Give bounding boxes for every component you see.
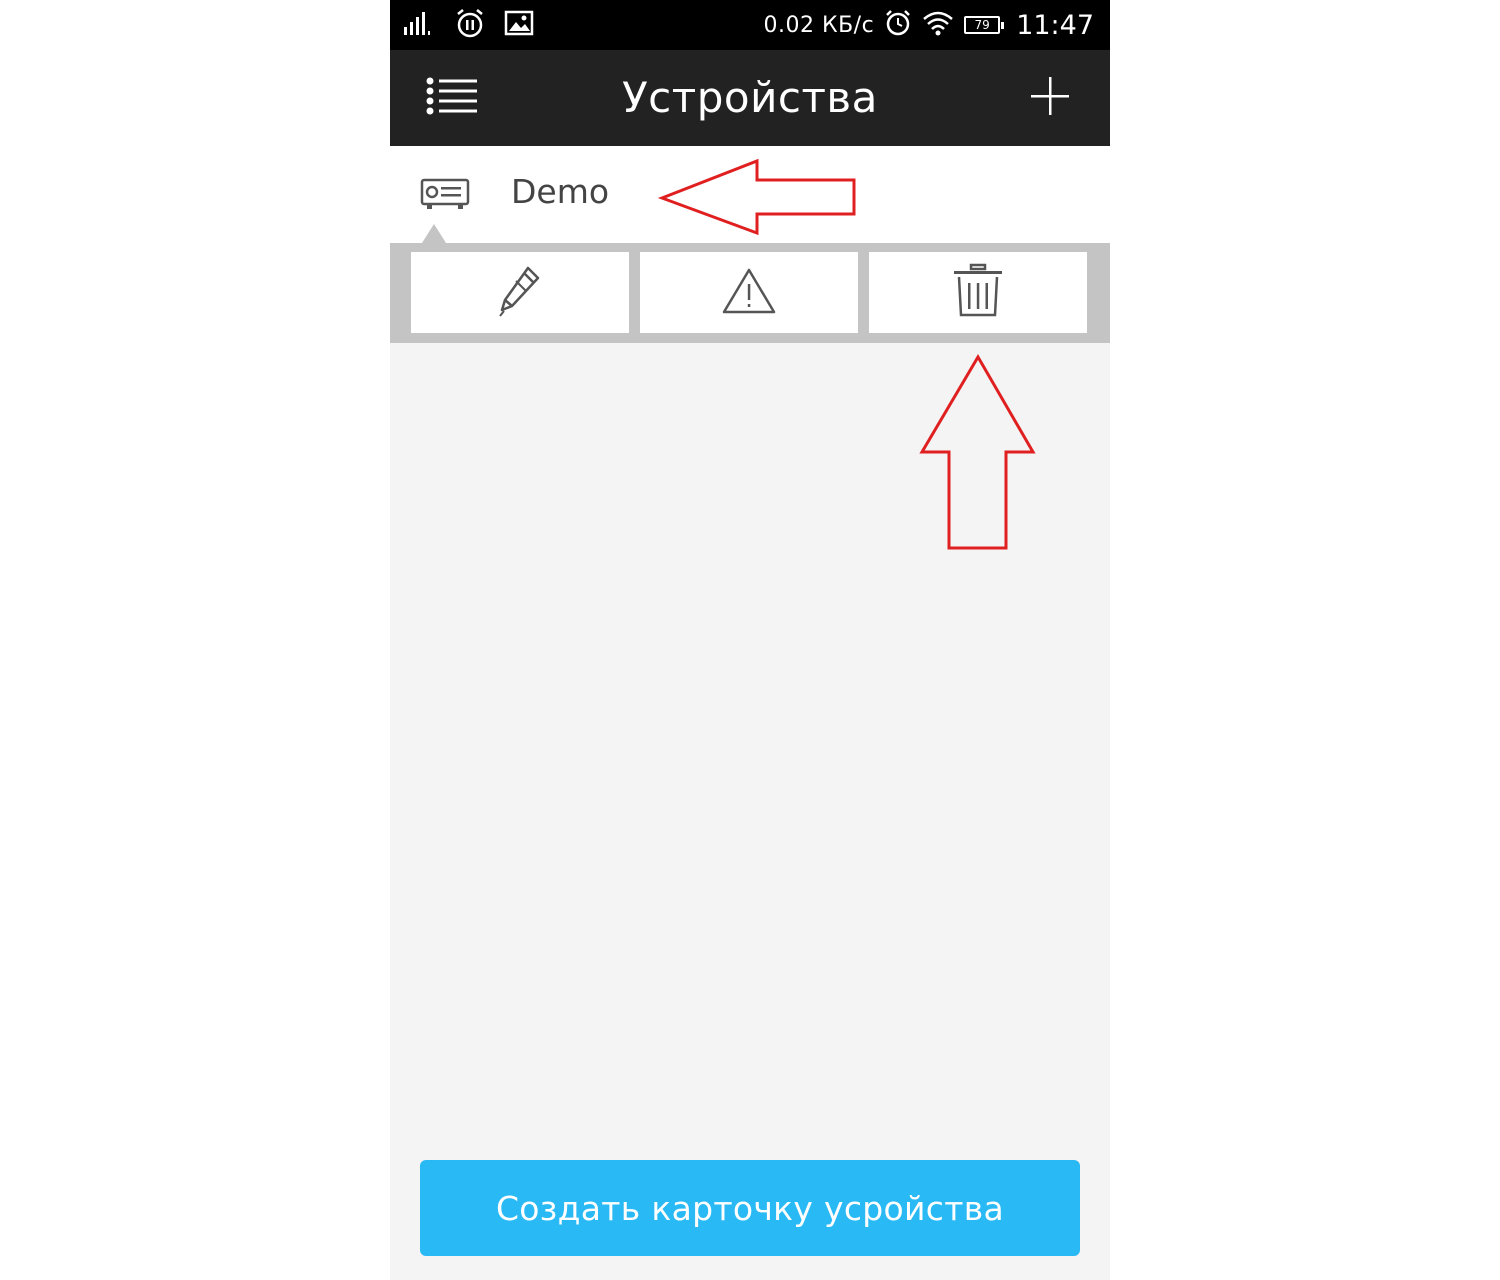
add-device-button[interactable]	[1024, 72, 1076, 124]
device-name: Demo	[511, 172, 610, 211]
plus-icon	[1030, 76, 1070, 120]
create-device-card-button[interactable]: Создать карточку усройства	[420, 1160, 1080, 1256]
edit-device-button[interactable]	[411, 252, 629, 333]
image-icon	[504, 9, 534, 41]
clock-time: 11:47	[1016, 9, 1094, 41]
alarm-pause-icon	[454, 7, 486, 43]
wifi-icon	[922, 10, 954, 40]
status-right-icons: 0.02 КБ/с 79 11:47	[763, 6, 1094, 44]
signal-icon	[402, 9, 436, 41]
page-title: Устройства	[622, 73, 878, 122]
warning-icon	[721, 267, 777, 319]
up-pointing-arrow	[919, 354, 1036, 550]
network-speed: 0.02 КБ/с	[763, 12, 875, 38]
trash-icon	[952, 263, 1004, 323]
status-left-icons	[402, 8, 534, 42]
app-bar: Устройства	[390, 50, 1110, 146]
report-problem-button[interactable]	[640, 252, 858, 333]
projector-icon	[420, 178, 470, 212]
alarm-clock-icon	[884, 9, 912, 41]
battery-icon: 79	[964, 16, 1005, 34]
device-list-item[interactable]: Demo	[390, 146, 1110, 243]
device-actions-panel	[390, 243, 1110, 343]
panel-pointer	[422, 224, 446, 243]
phone-screen: 0.02 КБ/с 79 11:47 Устройства Demo Созда…	[390, 0, 1110, 1280]
delete-device-button[interactable]	[869, 252, 1087, 333]
pencil-icon	[496, 264, 544, 322]
status-bar: 0.02 КБ/с 79 11:47	[390, 0, 1110, 50]
